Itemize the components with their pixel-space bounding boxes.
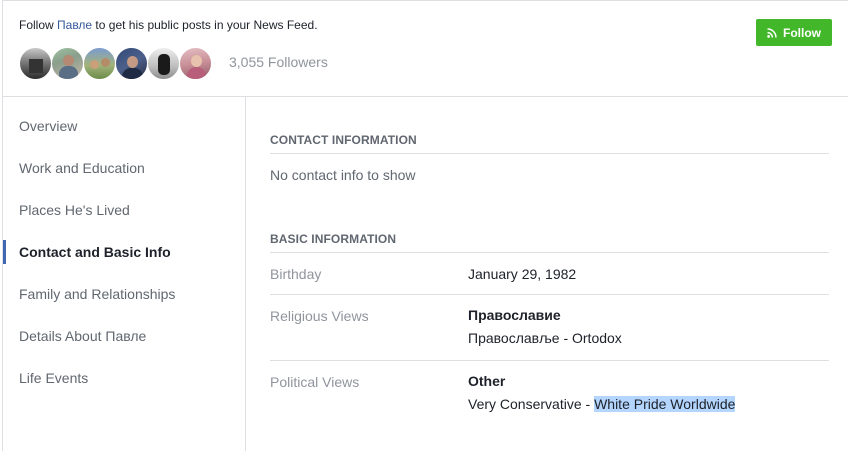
political-views-label: Political Views [270, 374, 360, 390]
followers-count[interactable]: 3,055 Followers [229, 54, 328, 70]
nav-item-family-relationships[interactable]: Family and Relationships [3, 276, 245, 312]
contact-information-heading: CONTACT INFORMATION [270, 133, 829, 154]
follower-avatar[interactable] [83, 47, 116, 80]
nav-item-work-and-education[interactable]: Work and Education [3, 150, 245, 186]
religious-views-description: Православље - Ortodox [468, 330, 622, 346]
religious-views-label: Religious Views [270, 308, 369, 324]
political-views-value: Other Very Conservative - White Pride Wo… [468, 370, 736, 416]
follower-avatar[interactable] [51, 47, 84, 80]
profile-name-link[interactable]: Павле [57, 18, 92, 32]
nav-item-details-about[interactable]: Details About Павле [3, 318, 245, 354]
political-views-title[interactable]: Other [468, 370, 735, 393]
follower-avatars [19, 47, 212, 80]
follower-avatar[interactable] [115, 47, 148, 80]
political-views-row: Political Views Other Very Conservative … [270, 373, 829, 424]
follower-avatar[interactable] [179, 47, 212, 80]
follower-avatar[interactable] [19, 47, 52, 80]
political-views-description: Very Conservative - White Pride Worldwid… [468, 396, 736, 412]
follower-avatar[interactable] [147, 47, 180, 80]
nav-item-overview[interactable]: Overview [3, 108, 245, 144]
nav-item-life-events[interactable]: Life Events [3, 360, 245, 396]
follow-button-label: Follow [783, 25, 821, 40]
selected-text: White Pride Worldwide [594, 396, 736, 412]
follow-banner: Follow Павле to get his public posts in … [3, 1, 848, 97]
profile-about-panel: Follow Павле to get his public posts in … [2, 0, 848, 451]
birthday-row: Birthday January 29, 1982 [270, 266, 829, 295]
rss-feed-icon [767, 27, 777, 38]
religious-views-row: Religious Views Православие Православље … [270, 307, 829, 361]
about-sidebar-nav: Overview Work and Education Places He's … [3, 97, 246, 451]
birthday-label: Birthday [270, 266, 322, 282]
basic-information-heading: BASIC INFORMATION [270, 232, 829, 253]
follow-prompt: Follow Павле to get his public posts in … [19, 18, 318, 32]
religious-views-value: Православие Православље - Ortodox [468, 304, 622, 350]
follow-button[interactable]: Follow [756, 19, 832, 46]
nav-item-contact-basic-info[interactable]: Contact and Basic Info [3, 234, 245, 270]
no-contact-info-text: No contact info to show [270, 167, 416, 183]
nav-item-places-lived[interactable]: Places He's Lived [3, 192, 245, 228]
religious-views-title[interactable]: Православие [468, 304, 622, 327]
birthday-value: January 29, 1982 [468, 266, 577, 282]
